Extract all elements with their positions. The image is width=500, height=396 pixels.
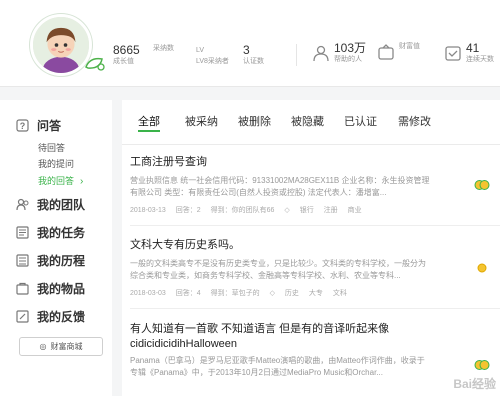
answer-date: 2018-03-13 (130, 207, 166, 214)
user-icon (313, 45, 329, 62)
wealth-shop-label: 财富商城 (50, 342, 83, 351)
level-label: LV8采纳者 (196, 58, 229, 65)
level-stat: LV LV8采纳者 (196, 44, 229, 67)
profile-header: 8665 成长值 采纳数 LV LV8采纳者 3 认证数 103万 帮助的人 财… (0, 0, 500, 87)
nav-sub-answers-label: 我的回答 (38, 176, 75, 186)
tab-hidden[interactable]: 被隐藏 (291, 113, 324, 129)
tab-divider (122, 144, 500, 145)
answer-item: 文科大专有历史系吗。 一般的文科类高专不是没有历史类专业，只是比较少。文科类的专… (130, 238, 490, 298)
helped-label: 帮助的人 (334, 56, 362, 63)
nav-task[interactable]: 我的任务 (16, 224, 85, 241)
tab-adopted[interactable]: 被采纳 (185, 113, 218, 129)
certified-value: 3 (243, 43, 250, 57)
feedback-icon (16, 310, 29, 323)
nav-team[interactable]: 我的团队 (16, 196, 85, 213)
answer-item: 工商注册号查询 营业执照信息 统一社会信用代码：91331002MA28GEX1… (130, 155, 490, 215)
answer-excerpt: 一般的文科类高专不是没有历史类专业，只是比较少。文科类的专科学校，一般分为综合类… (130, 259, 426, 280)
history-icon (16, 254, 29, 267)
answer-tag[interactable]: 注册 (324, 207, 338, 214)
answer-title[interactable]: 有人知道有一首歌 不知道语言 但是有的音译听起来像cidicidicidihHa… (130, 322, 460, 352)
nav-history[interactable]: 我的历程 (16, 252, 85, 269)
watermark: Bai经验 (453, 377, 496, 391)
answer-date: 2018-03-03 (130, 290, 166, 297)
gold-medal-icon (474, 180, 490, 190)
answer-received: 得到：你的团队有66 (210, 207, 275, 214)
shop-icon: ◎ (39, 342, 47, 351)
answer-excerpt: 营业执照信息 统一社会信用代码：91331002MA28GEX11B 企业名称：… (130, 176, 430, 197)
answer-count: 回答：4 (175, 290, 201, 297)
certified-stat: 3 认证数 (243, 44, 264, 67)
nav-qa-label: 问答 (37, 119, 62, 133)
avatar[interactable] (30, 14, 92, 76)
answers-panel: 全部 被采纳 被删除 被隐藏 已认证 需修改 工商注册号查询 营业执照信息 统一… (112, 100, 500, 396)
item-divider (130, 308, 500, 309)
nav-sub-questions[interactable]: 我的提问 (38, 157, 74, 170)
team-icon (16, 198, 29, 211)
nav-team-label: 我的团队 (37, 198, 86, 212)
adopted-stat: 采纳数 (153, 44, 174, 54)
answer-title[interactable]: 文科大专有历史系吗。 (130, 238, 490, 253)
task-icon (16, 226, 29, 239)
growth-stat: 8665 成长值 (113, 44, 140, 67)
tag-icon: ◇ (284, 207, 290, 214)
nav-sub-pending[interactable]: 待回答 (38, 141, 65, 154)
streak-value: 41 (466, 41, 480, 55)
answer-received: 得到：草包子的 (210, 290, 260, 297)
chevron-right-icon: › (80, 176, 84, 187)
answer-tag[interactable]: 商业 (348, 207, 362, 214)
nav-feedback[interactable]: 我的反馈 (16, 308, 85, 325)
nav-feedback-label: 我的反馈 (37, 310, 86, 324)
nav-goods[interactable]: 我的物品 (16, 280, 85, 297)
answer-meta: 2018-03-03 回答：4 得到：草包子的 ◇ 历史 大专 文科 (130, 288, 490, 298)
answer-meta: 2018-03-13 回答：2 得到：你的团队有66 ◇ 银行 注册 商业 (130, 205, 490, 215)
helped-value: 103万 (334, 41, 367, 55)
nav-history-label: 我的历程 (37, 254, 86, 268)
answer-tag[interactable]: 银行 (300, 207, 314, 214)
tag-icon: ◇ (269, 290, 275, 297)
wealth-label: 财富值 (399, 43, 420, 50)
answer-title[interactable]: 工商注册号查询 (130, 155, 490, 170)
answer-tag[interactable]: 大专 (309, 290, 323, 297)
growth-value: 8665 (113, 43, 140, 57)
adopted-label: 采纳数 (153, 45, 174, 52)
answer-count: 回答：2 (175, 207, 201, 214)
nav-goods-label: 我的物品 (37, 282, 86, 296)
growth-label: 成长值 (113, 58, 134, 65)
answer-excerpt: Panama（巴拿马）是罗马尼亚歌手Matteo演唱的歌曲，由Matteo作词作… (130, 356, 425, 377)
nav-sub-answers[interactable]: 我的回答 › (38, 174, 83, 187)
streak-label: 连续天数 (466, 56, 494, 63)
tab-needs-edit[interactable]: 需修改 (398, 113, 431, 129)
goods-icon (16, 282, 29, 295)
wealth-icon (378, 44, 394, 60)
question-icon: ? (16, 119, 29, 132)
calendar-icon (445, 46, 461, 61)
tab-deleted[interactable]: 被删除 (238, 113, 271, 129)
tab-bar: 全部 被采纳 被删除 被隐藏 已认证 需修改 (130, 113, 500, 137)
item-divider (130, 225, 500, 226)
gold-medal-icon (474, 360, 490, 370)
answer-item: 有人知道有一首歌 不知道语言 但是有的音译听起来像cidicidicidihHa… (130, 322, 490, 379)
leaf-icon (85, 57, 105, 71)
tab-all[interactable]: 全部 (138, 113, 160, 132)
svg-text:?: ? (20, 121, 26, 131)
tab-certified[interactable]: 已认证 (344, 113, 377, 129)
answer-tag[interactable]: 历史 (285, 290, 299, 297)
certified-label: 认证数 (243, 58, 264, 65)
nav-task-label: 我的任务 (37, 226, 86, 240)
small-medal-icon (477, 263, 487, 273)
nav-qa[interactable]: ? 问答 (16, 117, 61, 134)
profile-page: 8665 成长值 采纳数 LV LV8采纳者 3 认证数 103万 帮助的人 财… (0, 0, 500, 396)
level-value: LV (196, 47, 205, 54)
answer-tag[interactable]: 文科 (333, 290, 347, 297)
wealth-shop-button[interactable]: ◎ 财富商城 (19, 337, 103, 356)
divider (296, 44, 297, 66)
